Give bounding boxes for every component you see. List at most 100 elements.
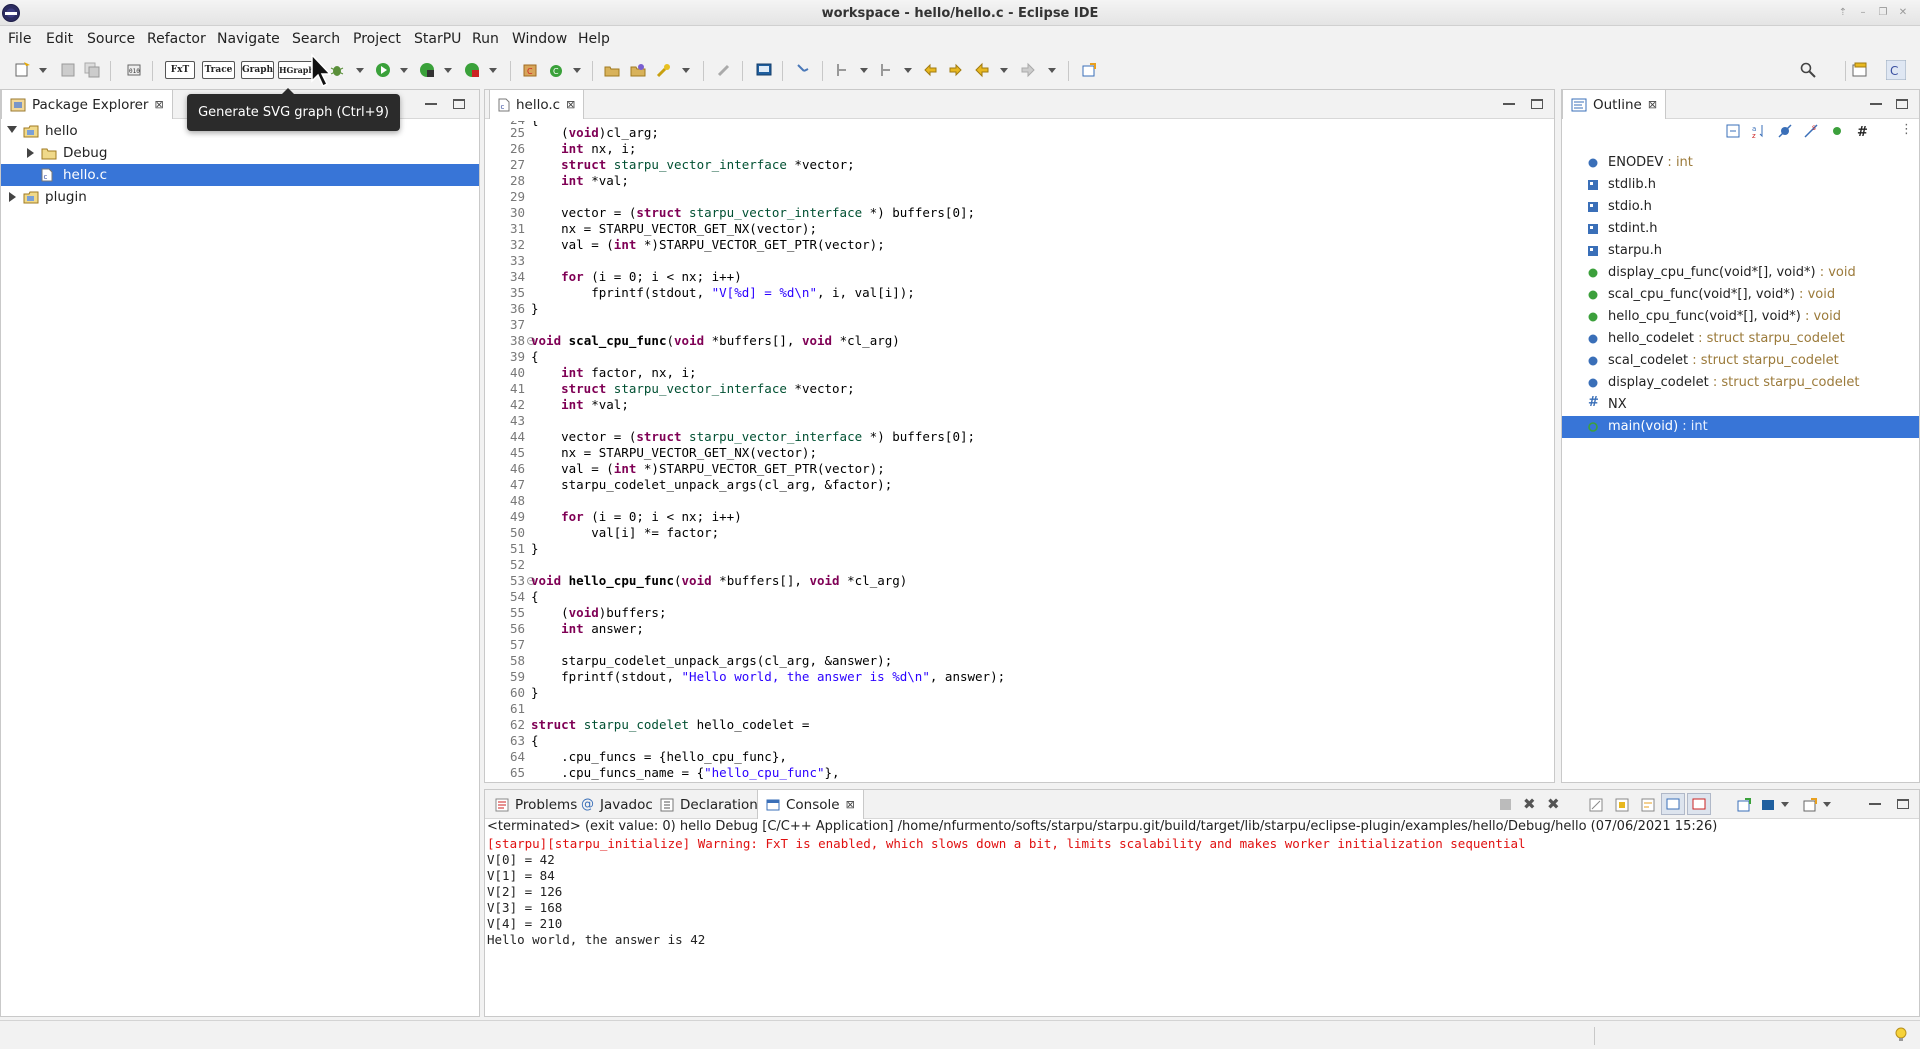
- toggle-mark-icon[interactable]: [795, 62, 811, 78]
- next-annotation-icon[interactable]: [834, 62, 850, 78]
- code-editor[interactable]: 24{25 (void)cl_arg;26 int nx, i;27 struc…: [485, 121, 1554, 782]
- menu-window[interactable]: Window: [512, 31, 567, 47]
- open-type-icon[interactable]: [604, 62, 620, 78]
- tab-problems[interactable]: Problems: [487, 790, 585, 819]
- console-output[interactable]: <terminated> (exit value: 0) hello Debug…: [485, 819, 1919, 1016]
- outline-item[interactable]: stdint.h: [1562, 218, 1919, 240]
- save-icon[interactable]: [60, 62, 76, 78]
- collapse-arrow-icon[interactable]: [7, 126, 17, 133]
- outline-item[interactable]: # NX: [1562, 394, 1919, 416]
- search-tool-icon[interactable]: [656, 62, 672, 78]
- next-annotation-dropdown-icon[interactable]: [860, 68, 868, 73]
- build-icon[interactable]: 010: [126, 62, 142, 78]
- menu-search[interactable]: Search: [292, 31, 340, 47]
- tree-item-hello-c[interactable]: c hello.c: [1, 164, 479, 186]
- prev-annotation-dropdown-icon[interactable]: [904, 68, 912, 73]
- menu-refactor[interactable]: Refactor: [147, 31, 206, 47]
- coverage-icon[interactable]: [419, 62, 435, 78]
- remove-all-terminated-icon[interactable]: ✖: [1547, 795, 1560, 813]
- menu-edit[interactable]: Edit: [46, 31, 73, 47]
- tab-javadoc[interactable]: @ Javadoc: [573, 790, 661, 819]
- hide-static-icon[interactable]: S: [1804, 124, 1818, 138]
- maximize-icon[interactable]: [1531, 99, 1543, 109]
- debug-dropdown-icon[interactable]: [356, 68, 364, 73]
- outline-item[interactable]: scal_cpu_func(void*[], void*) : void: [1562, 284, 1919, 306]
- menu-file[interactable]: File: [8, 31, 31, 47]
- tab-console[interactable]: Console ⊠: [757, 790, 864, 819]
- close-icon[interactable]: ⊠: [154, 98, 163, 111]
- open-console-dropdown-icon[interactable]: [1823, 802, 1831, 807]
- window-up-icon[interactable]: ⇡: [1835, 7, 1851, 19]
- last-edit-icon[interactable]: [922, 62, 938, 78]
- external-tools-dropdown-icon[interactable]: [489, 68, 497, 73]
- outline-item[interactable]: stdlib.h: [1562, 174, 1919, 196]
- minimize-icon[interactable]: [425, 99, 437, 105]
- fxt-button[interactable]: FxT: [165, 61, 195, 79]
- pen-icon[interactable]: [716, 62, 732, 78]
- tree-item-debug[interactable]: Debug: [1, 142, 479, 164]
- new-c-project-icon[interactable]: C: [522, 62, 538, 78]
- menu-help[interactable]: Help: [578, 31, 610, 47]
- c-cpp-perspective-icon[interactable]: C: [1886, 60, 1906, 80]
- menu-source[interactable]: Source: [87, 31, 135, 47]
- open-perspective-icon[interactable]: [1852, 62, 1868, 78]
- hide-fields-icon[interactable]: [1778, 124, 1792, 138]
- prev-annotation-icon[interactable]: [878, 62, 894, 78]
- terminate-icon[interactable]: [1499, 798, 1512, 811]
- show-stdout-toggle[interactable]: [1661, 793, 1685, 815]
- tab-hello-c[interactable]: c hello.c ⊠: [489, 90, 585, 119]
- sort-icon[interactable]: az: [1752, 124, 1766, 138]
- tab-outline[interactable]: Outline ⊠: [1562, 90, 1667, 119]
- display-console-dropdown-icon[interactable]: [1781, 802, 1789, 807]
- maximize-icon[interactable]: [453, 99, 465, 109]
- coverage-dropdown-icon[interactable]: [444, 68, 452, 73]
- new-icon[interactable]: [14, 62, 30, 78]
- outline-item[interactable]: stdio.h: [1562, 196, 1919, 218]
- trace-button[interactable]: Trace: [202, 61, 235, 79]
- outline-item[interactable]: hello_codelet : struct starpu_codelet: [1562, 328, 1919, 350]
- back-icon[interactable]: [974, 62, 990, 78]
- maximize-icon[interactable]: [1896, 99, 1908, 109]
- close-icon[interactable]: ⊠: [846, 798, 855, 811]
- minimize-icon[interactable]: [1869, 799, 1881, 805]
- outline-item[interactable]: display_codelet : struct starpu_codelet: [1562, 372, 1919, 394]
- forward-edit-icon[interactable]: [948, 62, 964, 78]
- minimize-icon[interactable]: [1503, 99, 1515, 105]
- minimize-icon[interactable]: [1870, 99, 1882, 105]
- tab-declaration[interactable]: Declaration: [652, 790, 766, 819]
- menu-run[interactable]: Run: [472, 31, 499, 47]
- show-stderr-toggle[interactable]: [1687, 793, 1711, 815]
- save-all-icon[interactable]: [84, 62, 100, 78]
- pin-editor-icon[interactable]: [1081, 62, 1097, 78]
- open-console-icon[interactable]: [1803, 798, 1817, 812]
- hide-macros-icon[interactable]: #: [1856, 124, 1870, 138]
- search-dropdown-icon[interactable]: [682, 68, 690, 73]
- close-icon[interactable]: ⊠: [1648, 98, 1657, 111]
- new-class-dropdown-icon[interactable]: [573, 68, 581, 73]
- new-dropdown-icon[interactable]: [39, 68, 47, 73]
- window-close-button[interactable]: ✕: [1895, 7, 1911, 19]
- open-element-icon[interactable]: [630, 62, 646, 78]
- menu-project[interactable]: Project: [353, 31, 401, 47]
- external-tools-icon[interactable]: [464, 62, 480, 78]
- new-class-icon[interactable]: C: [548, 62, 564, 78]
- scroll-lock-icon[interactable]: [1615, 798, 1629, 812]
- window-maximize-button[interactable]: ❐: [1875, 7, 1891, 19]
- view-menu-icon[interactable]: ⋮: [1900, 122, 1913, 137]
- word-wrap-icon[interactable]: [1641, 798, 1655, 812]
- outline-item[interactable]: main(void) : int: [1562, 416, 1919, 438]
- terminal-icon[interactable]: [756, 62, 772, 78]
- back-dropdown-icon[interactable]: [1000, 68, 1008, 73]
- outline-item[interactable]: hello_cpu_func(void*[], void*) : void: [1562, 306, 1919, 328]
- run-icon[interactable]: [375, 62, 391, 78]
- expand-arrow-icon[interactable]: [9, 192, 16, 202]
- maximize-icon[interactable]: [1897, 799, 1909, 809]
- outline-item[interactable]: starpu.h: [1562, 240, 1919, 262]
- forward-dropdown-icon[interactable]: [1048, 68, 1056, 73]
- close-icon[interactable]: ⊠: [566, 98, 575, 111]
- forward-icon[interactable]: [1020, 62, 1036, 78]
- graph-button[interactable]: Graph: [241, 61, 274, 79]
- clear-console-icon[interactable]: [1589, 798, 1603, 812]
- display-console-icon[interactable]: [1761, 798, 1775, 812]
- menu-navigate[interactable]: Navigate: [217, 31, 280, 47]
